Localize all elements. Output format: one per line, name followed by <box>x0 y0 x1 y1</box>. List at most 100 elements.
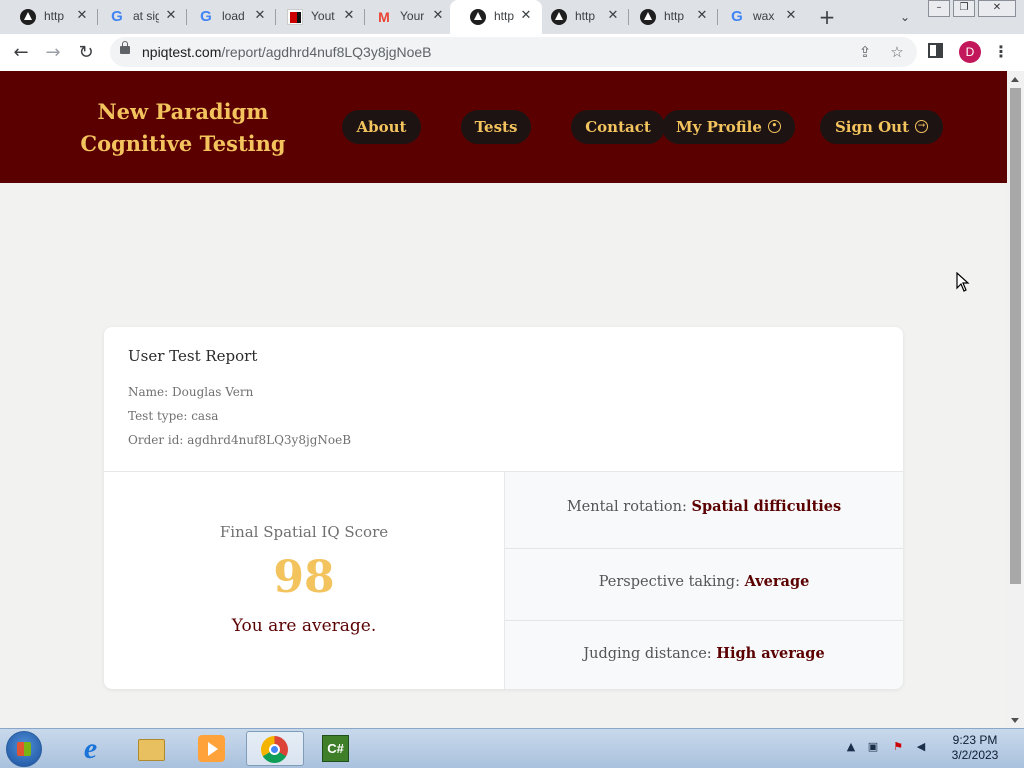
browser-tab[interactable]: G wax ✕ <box>709 0 807 34</box>
scrollbar-thumb[interactable] <box>1010 88 1021 584</box>
brand-line-1: New Paradigm <box>97 99 269 124</box>
url-host: npiqtest.com <box>142 44 222 60</box>
score-panel: Final Spatial IQ Score 98 You are averag… <box>104 472 505 689</box>
gmail-icon: M <box>378 9 390 25</box>
tab-search-chevron-icon[interactable]: ⌄ <box>893 6 917 28</box>
side-panel-icon[interactable] <box>928 43 943 58</box>
system-clock[interactable]: 9:23 PM 3/2/2023 <box>940 733 1010 763</box>
report-test-type: Test type: casa <box>128 409 219 423</box>
kebab-menu-icon[interactable]: ⋮ <box>993 40 1009 64</box>
address-bar[interactable]: npiqtest.com/report/agdhrd4nuf8LQ3y8jgNo… <box>110 37 917 67</box>
nav-my-profile-link[interactable]: My Profile • <box>662 110 795 144</box>
close-tab-icon[interactable]: ✕ <box>783 8 799 24</box>
taskbar-internet-explorer[interactable]: e <box>63 731 117 766</box>
subscore-row: Perspective taking: Average <box>505 549 903 621</box>
back-arrow-icon[interactable]: ← <box>8 40 34 66</box>
browser-tab[interactable]: Yout ✕ <box>267 0 365 34</box>
share-icon[interactable]: ⇪ <box>856 43 874 61</box>
tab-title: Yout <box>311 9 335 23</box>
browser-tab[interactable]: http ✕ <box>0 0 98 34</box>
browser-tab[interactable]: http ✕ <box>531 0 629 34</box>
browser-tab[interactable]: G load ✕ <box>178 0 276 34</box>
arrow-right-circle-icon: → <box>915 119 929 133</box>
calendar-icon <box>287 9 303 25</box>
nav-about-link[interactable]: About <box>342 110 421 144</box>
taskbar-file-explorer[interactable] <box>124 731 178 766</box>
close-tab-icon[interactable]: ✕ <box>430 8 446 24</box>
mouse-cursor-icon <box>956 272 970 292</box>
nav-tests-link[interactable]: Tests <box>461 110 531 144</box>
user-circle-icon: • <box>767 119 781 133</box>
report-card: User Test Report Name: Douglas Vern Test… <box>104 327 903 689</box>
lock-icon[interactable] <box>120 41 130 54</box>
forward-arrow-icon[interactable]: → <box>40 40 66 66</box>
close-window-icon[interactable]: ✕ <box>978 0 1016 17</box>
csharp-icon: C# <box>322 735 349 762</box>
google-icon: G <box>200 8 212 25</box>
close-tab-icon[interactable]: ✕ <box>605 8 621 24</box>
scroll-down-icon[interactable] <box>1011 718 1019 723</box>
page-scrollbar[interactable] <box>1007 71 1024 728</box>
taskbar-media-player[interactable] <box>184 731 238 766</box>
score-value: 98 <box>273 552 335 603</box>
triangle-icon <box>20 9 36 25</box>
url-text[interactable]: npiqtest.com/report/agdhrd4nuf8LQ3y8jgNo… <box>142 44 432 60</box>
volume-icon[interactable]: ◀ <box>914 740 928 754</box>
site-logo[interactable]: New Paradigm Cognitive Testing <box>78 96 288 160</box>
profile-avatar[interactable]: D <box>959 41 981 63</box>
close-tab-icon[interactable]: ✕ <box>252 8 268 24</box>
close-tab-icon[interactable]: ✕ <box>74 8 90 24</box>
close-tab-icon[interactable]: ✕ <box>163 8 179 24</box>
nav-sign-out-link[interactable]: Sign Out → <box>820 110 943 144</box>
media-player-icon <box>198 735 225 762</box>
browser-tab-strip: http ✕ G at sig ✕ G load ✕ Yout ✕ M Your… <box>0 0 1024 34</box>
tab-title: http <box>44 9 65 23</box>
subscore-value: High average <box>716 645 825 662</box>
start-button[interactable] <box>6 731 42 767</box>
network-icon[interactable]: ▣ <box>866 740 880 754</box>
bookmark-star-icon[interactable]: ☆ <box>888 43 906 61</box>
sub-scores-panel: Mental rotation: Spatial difficulties Pe… <box>505 472 903 689</box>
windows-taskbar: e C# ▲ ▣ ⚑ ◀ 9:23 PM 3/2/2023 <box>0 728 1024 768</box>
tray-expand-icon[interactable]: ▲ <box>844 740 858 754</box>
internet-explorer-icon: e <box>83 732 98 765</box>
browser-toolbar: ← → ↻ npiqtest.com/report/agdhrd4nuf8LQ3… <box>0 34 1024 72</box>
minimize-icon[interactable]: – <box>928 0 950 17</box>
brand-line-2: Cognitive Testing <box>80 131 286 156</box>
report-header: User Test Report Name: Douglas Vern Test… <box>104 327 903 472</box>
score-label: Final Spatial IQ Score <box>219 523 389 541</box>
taskbar-chrome[interactable] <box>246 731 304 766</box>
reload-icon[interactable]: ↻ <box>73 40 99 66</box>
report-name: Name: Douglas Vern <box>128 385 254 399</box>
scroll-up-icon[interactable] <box>1011 77 1019 82</box>
action-center-icon[interactable]: ⚑ <box>891 740 905 754</box>
close-tab-icon[interactable]: ✕ <box>694 8 710 24</box>
tab-title: at sig <box>133 9 159 23</box>
browser-tab-active[interactable]: http ✕ <box>450 0 542 34</box>
tab-title: http <box>575 9 596 23</box>
subscore-row: Judging distance: High average <box>505 621 903 689</box>
close-tab-icon[interactable]: ✕ <box>341 8 357 24</box>
tab-title: Your <box>400 9 425 23</box>
nav-contact-link[interactable]: Contact <box>571 110 665 144</box>
new-tab-icon[interactable]: + <box>815 5 839 29</box>
subscore-label: Mental rotation: <box>566 499 687 515</box>
restore-icon[interactable]: ❐ <box>953 0 975 17</box>
nav-sign-out-label: Sign Out <box>834 118 910 136</box>
folder-icon <box>138 739 165 761</box>
google-icon: G <box>111 8 123 25</box>
score-verdict: You are average. <box>231 616 377 636</box>
subscore-label: Judging distance: <box>583 646 712 662</box>
browser-tab[interactable]: http ✕ <box>620 0 718 34</box>
google-icon: G <box>731 8 743 25</box>
subscore-value: Spatial difficulties <box>691 498 842 515</box>
url-path: /report/agdhrd4nuf8LQ3y8jgNoeB <box>221 44 432 60</box>
browser-tab[interactable]: G at sig ✕ <box>89 0 187 34</box>
taskbar-csharp-app[interactable]: C# <box>308 731 362 766</box>
browser-tab[interactable]: M Your ✕ <box>356 0 454 34</box>
subscore-value: Average <box>744 573 810 590</box>
triangle-icon <box>551 9 567 25</box>
tab-title: wax <box>753 9 775 23</box>
clock-date: 3/2/2023 <box>951 748 999 762</box>
nav-my-profile-label: My Profile <box>676 118 762 136</box>
